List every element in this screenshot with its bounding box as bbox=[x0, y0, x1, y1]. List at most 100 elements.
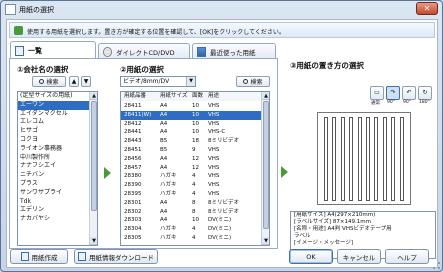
orientation-option-button[interactable]: ↶ bbox=[402, 86, 416, 100]
tab-direct-cd[interactable]: ダイレクトCD/DVD bbox=[98, 43, 190, 59]
company-scrollbar[interactable]: ▲ ▼ bbox=[89, 92, 97, 245]
create-paper-label: 用紙作成 bbox=[31, 253, 58, 262]
paper-scrollbar[interactable]: ▲ ▼ bbox=[261, 92, 269, 245]
list-item[interactable]: エレコム bbox=[18, 118, 97, 127]
disc-icon bbox=[103, 46, 112, 57]
ok-button[interactable]: OK bbox=[289, 249, 333, 264]
list-item[interactable]: ニチバン bbox=[18, 171, 97, 180]
table-cell: 4 bbox=[192, 234, 196, 241]
table-row[interactable]: 28411 A4 10 VHS bbox=[121, 102, 262, 111]
company-search-button[interactable]: 検索 bbox=[32, 76, 66, 87]
paper-preview bbox=[290, 112, 436, 208]
orientation-option-button[interactable]: ▭ bbox=[370, 86, 384, 100]
table-cell: 10 bbox=[192, 103, 199, 109]
list-item[interactable]: 中川製作所 bbox=[18, 154, 97, 163]
table-row[interactable]: 28395 ハガキ 4 VHS bbox=[121, 190, 262, 199]
column-header[interactable]: 用紙サイズ bbox=[158, 92, 190, 101]
scroll-thumb[interactable] bbox=[263, 101, 269, 229]
list-item[interactable]: エイダンマクセル bbox=[18, 110, 97, 119]
list-item[interactable]: ナカバヤシ bbox=[18, 215, 97, 224]
download-info-button[interactable]: 用紙情報ダウンロード bbox=[74, 249, 158, 264]
table-cell: VHS bbox=[208, 182, 220, 189]
column-header[interactable]: 面数 bbox=[190, 92, 206, 101]
list-item[interactable]: (定型サイズの用紙) bbox=[18, 92, 97, 101]
orientation-option-button[interactable]: ↷ bbox=[386, 86, 400, 100]
table-cell: 10 bbox=[192, 120, 199, 127]
label-spine bbox=[399, 117, 404, 201]
list-item[interactable]: コクヨ bbox=[18, 136, 97, 145]
paper-filter-select[interactable]: ビデオ/8mm/DV ▼ bbox=[120, 76, 196, 87]
instruction-banner: 使用する用紙を選択します。置き方が確定する位置を確認して、[OK]をクリックして… bbox=[9, 22, 435, 38]
create-paper-button[interactable]: 用紙作成 bbox=[10, 249, 68, 264]
table-row[interactable]: 28301 A4 8 8ミリビデオ bbox=[121, 199, 262, 208]
table-row[interactable]: 28451 B5 9 VHS bbox=[121, 146, 262, 155]
table-cell: VHS bbox=[208, 155, 220, 162]
download-icon bbox=[78, 252, 86, 261]
scroll-up-arrow[interactable]: ▲ bbox=[262, 92, 269, 100]
label-spine bbox=[349, 117, 354, 201]
info-line: [イメージ・メッセージ] bbox=[294, 240, 354, 246]
list-item[interactable]: ライオン事務器 bbox=[18, 145, 97, 154]
paper-search-label: 検索 bbox=[250, 79, 263, 86]
download-info-label: 用紙情報ダウンロード bbox=[89, 253, 154, 262]
list-item[interactable]: サンワサプライ bbox=[18, 189, 97, 198]
table-row[interactable]: 28304 ハガキ 4 DV(ミニ) bbox=[121, 225, 262, 234]
scroll-down-arrow[interactable]: ▼ bbox=[90, 237, 97, 245]
table-cell: 10 bbox=[192, 111, 199, 118]
paper-table[interactable]: 用紙品番 用紙サイズ 面数 用途 28411 A4 10 VHS 28411(W) A4 1… bbox=[120, 91, 270, 246]
table-cell: 10 bbox=[192, 129, 199, 136]
column-header[interactable]: 用紙品番 bbox=[121, 92, 158, 101]
company-search-label: 検索 bbox=[46, 79, 59, 86]
table-row[interactable]: 28390 ハガキ 4 VHS bbox=[121, 181, 262, 190]
paper-search-button[interactable]: 検索 bbox=[236, 76, 270, 87]
scroll-down-arrow[interactable]: ▼ bbox=[262, 237, 269, 245]
table-row[interactable]: 28457 A4 12 VHS bbox=[121, 164, 262, 173]
list-item[interactable]: エーワン bbox=[18, 100, 97, 110]
paper-filter-value: ビデオ/8mm/DV bbox=[123, 78, 170, 85]
instruction-text: 使用する用紙を選択します。置き方が確定する位置を確認して、[OK]をクリックして… bbox=[27, 29, 285, 36]
search-icon bbox=[243, 79, 249, 84]
paper-rows: 28411 A4 10 VHS 28411(W) A4 10 VHS 28412 A4 10 VHS 2… bbox=[121, 102, 262, 243]
table-cell: 28456 bbox=[124, 155, 142, 162]
orientation-option-button[interactable]: ↻ bbox=[418, 86, 432, 100]
table-cell: VHS bbox=[208, 164, 220, 171]
table-cell: 8 bbox=[192, 199, 196, 206]
table-cell: A4 bbox=[160, 155, 168, 162]
label-spine bbox=[382, 117, 387, 201]
tab-recent[interactable]: 最近使った用紙 bbox=[192, 43, 276, 59]
scroll-up-arrow[interactable]: ▲ bbox=[90, 92, 97, 100]
help-button[interactable]: ヘルプ bbox=[385, 249, 429, 264]
table-row[interactable]: 28441 A4 10 VHS-C bbox=[121, 128, 262, 137]
list-item[interactable]: ヒサゴ bbox=[18, 127, 97, 136]
table-cell: 28305 bbox=[124, 234, 142, 241]
table-row[interactable]: 28305 ハガキ 4 DV(ミニ) bbox=[121, 234, 262, 243]
list-item[interactable]: エデリン bbox=[18, 206, 97, 215]
table-row[interactable]: 28380 ハガキ 4 VHS bbox=[121, 172, 262, 181]
resize-grip[interactable] bbox=[433, 262, 440, 269]
tab-list[interactable]: 一覧 bbox=[10, 41, 96, 59]
table-cell: DV(ミニ) bbox=[208, 226, 232, 233]
table-row[interactable]: 28302 A4 8 8ミリビデオ bbox=[121, 208, 262, 217]
close-button[interactable]: ✕ bbox=[416, 2, 438, 15]
list-item[interactable]: ナナフシエイ bbox=[18, 162, 97, 171]
table-cell: VHS bbox=[208, 190, 220, 197]
table-row[interactable]: 28411(W) A4 10 VHS bbox=[121, 110, 262, 120]
table-cell: A4 bbox=[160, 120, 168, 127]
table-row[interactable]: 28412 A4 10 VHS bbox=[121, 120, 262, 129]
table-row[interactable]: 28443 B5 18 8ミリビデオ bbox=[121, 137, 262, 146]
table-row[interactable]: 28456 A4 12 VHS bbox=[121, 155, 262, 164]
company-down-button[interactable]: ▼ bbox=[81, 76, 91, 87]
table-cell: 8ミリビデオ bbox=[208, 138, 239, 145]
company-list[interactable]: (定型サイズの用紙) エーワン エイダンマクセル エレコム ヒサゴ コクヨ ライオン事務器中… bbox=[17, 91, 98, 246]
list-item[interactable]: プラス bbox=[18, 180, 97, 189]
table-row[interactable]: 28303 A4 10 DV(ミニ) bbox=[121, 216, 262, 225]
table-cell: 8ミリビデオ bbox=[208, 199, 239, 206]
company-up-button[interactable]: ▲ bbox=[69, 76, 79, 87]
table-cell: 28443 bbox=[124, 138, 142, 145]
table-cell: 28411 bbox=[124, 103, 142, 109]
cancel-button[interactable]: キャンセル bbox=[337, 249, 381, 264]
column-header[interactable]: 用途 bbox=[206, 92, 250, 101]
recent-icon bbox=[197, 46, 206, 57]
scroll-thumb[interactable] bbox=[91, 101, 97, 211]
tab-direct-cd-label: ダイレクトCD/DVD bbox=[116, 48, 175, 57]
